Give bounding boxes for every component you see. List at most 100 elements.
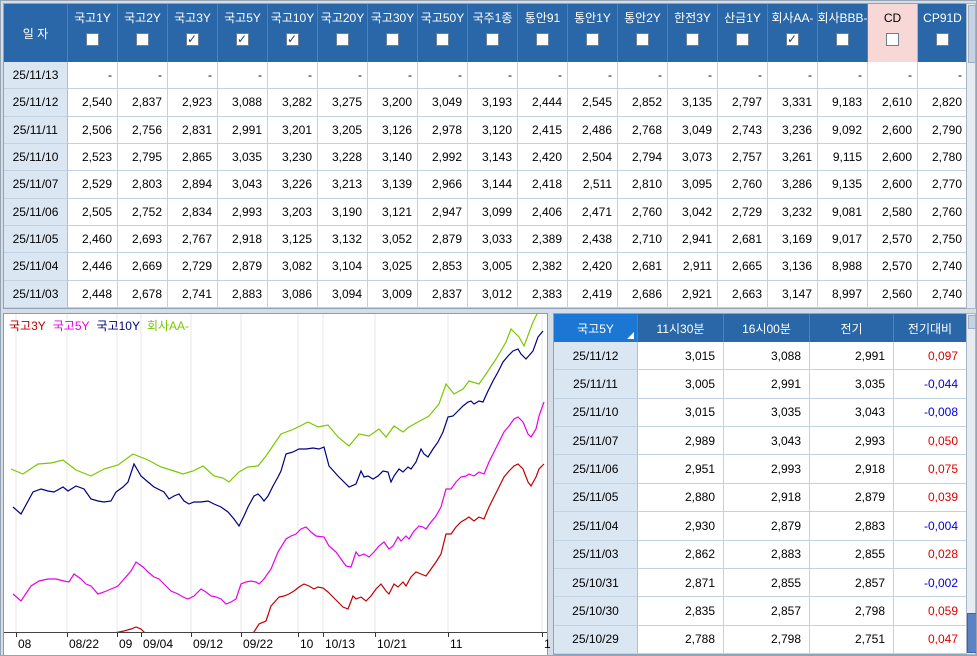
table-row[interactable]: 25/11/10 2,523 2,795 2,865 3,035 3,230 3,228 3,… [4, 143, 968, 172]
column-checkbox[interactable] [286, 33, 299, 46]
row-date[interactable]: 25/11/04 [4, 253, 68, 281]
scrollbar-thumb[interactable] [967, 613, 976, 653]
column-checkbox[interactable] [836, 33, 849, 46]
detail-table: 국고5Y 11시30분 16시00분 전기 전기대비 25/11/12 3,015 3,08… [553, 313, 967, 655]
column-checkbox[interactable] [586, 33, 599, 46]
yield-cell: 2,865 [168, 143, 218, 172]
yield-cell: 3,261 [768, 143, 818, 172]
table-row[interactable]: 25/11/04 2,446 2,669 2,729 2,879 3,082 3,104 3,… [4, 253, 968, 281]
yield-cell: 3,228 [318, 143, 368, 172]
table-row[interactable]: 25/11/12 2,540 2,837 2,923 3,088 3,282 3,275 3,… [4, 89, 968, 117]
detail-row-date[interactable]: 25/10/31 [554, 568, 638, 598]
detail-row[interactable]: 25/11/04 2,930 2,879 2,883 -0,004 [554, 512, 967, 541]
column-header[interactable]: CP91D [918, 4, 968, 62]
detail-column-header[interactable]: 16시00분 [724, 314, 810, 342]
detail-row-date[interactable]: 25/11/05 [554, 483, 638, 513]
yield-cell: 3,043 [218, 171, 268, 199]
yield-cell: 2,681 [718, 225, 768, 254]
detail-row-date[interactable]: 25/11/04 [554, 512, 638, 541]
column-header[interactable]: 회사BBB- [817, 4, 868, 62]
detail-row-date[interactable]: 25/11/07 [554, 427, 638, 456]
detail-row-date[interactable]: 25/11/03 [554, 540, 638, 569]
column-header[interactable]: 국고30Y [368, 4, 418, 62]
column-checkbox[interactable] [336, 33, 349, 46]
row-date[interactable]: 25/11/06 [4, 198, 68, 226]
column-checkbox[interactable] [236, 33, 249, 46]
column-checkbox[interactable] [536, 33, 549, 46]
table-row[interactable]: 25/11/13- - - - - - - - - - - - - - - - - - [4, 62, 968, 90]
yield-cell: 3,331 [768, 89, 818, 117]
column-checkbox[interactable] [136, 33, 149, 46]
scrollbar-thumb[interactable] [968, 5, 976, 63]
yield-cell: 2,790 [918, 116, 968, 144]
row-date[interactable]: 25/11/05 [4, 225, 68, 254]
detail-column-header[interactable]: 전기대비 [894, 314, 967, 342]
column-checkbox[interactable] [786, 33, 799, 46]
column-checkbox[interactable] [486, 33, 499, 46]
column-header[interactable]: 국고5Y [218, 4, 268, 62]
detail-row[interactable]: 25/11/12 3,015 3,088 2,991 0,097 [554, 342, 967, 371]
detail-row[interactable]: 25/11/10 3,015 3,035 3,043 -0,008 [554, 398, 967, 428]
row-date[interactable]: 25/11/10 [4, 143, 68, 172]
detail-row-date[interactable]: 25/11/10 [554, 398, 638, 428]
column-header[interactable]: 통안2Y [618, 4, 668, 62]
table-row[interactable]: 25/11/11 2,506 2,756 2,831 2,991 3,201 3,205 3,… [4, 116, 968, 144]
row-date[interactable]: 25/11/11 [4, 116, 68, 144]
detail-table-scrollbar[interactable] [966, 313, 976, 655]
column-header[interactable]: 국고20Y [318, 4, 368, 62]
detail-row[interactable]: 25/11/11 3,005 2,991 3,035 -0,044 [554, 370, 967, 399]
row-date[interactable]: 25/11/13 [4, 62, 68, 90]
yield-cell: 3,205 [318, 116, 368, 144]
column-checkbox[interactable] [936, 33, 949, 46]
column-header[interactable]: 국고50Y [418, 4, 468, 62]
table-row[interactable]: 25/11/05 2,460 2,693 2,767 2,918 3,125 3,132 3,… [4, 225, 968, 254]
row-date[interactable]: 25/11/07 [4, 171, 68, 199]
column-header[interactable]: 국고1Y [68, 4, 118, 62]
column-header[interactable]: 국고2Y [118, 4, 168, 62]
detail-row-date[interactable]: 25/10/29 [554, 625, 638, 654]
detail-row-date[interactable]: 25/11/12 [554, 342, 638, 371]
table-row[interactable]: 25/11/03 2,448 2,678 2,741 2,883 3,086 3,094 3,… [4, 280, 968, 308]
column-header[interactable]: CD [868, 4, 918, 62]
table-row[interactable]: 25/11/06 2,505 2,752 2,834 2,993 3,203 3,190 3,… [4, 198, 968, 226]
yield-cell: 3,033 [468, 225, 518, 254]
column-checkbox[interactable] [386, 33, 399, 46]
column-header[interactable]: 통안91 [518, 4, 568, 62]
column-header[interactable]: 국주1종 [468, 4, 518, 62]
detail-row[interactable]: 25/11/05 2,880 2,918 2,879 0,039 [554, 483, 967, 513]
detail-column-header[interactable]: 전기 [810, 314, 894, 342]
column-checkbox[interactable] [686, 33, 699, 46]
column-header[interactable]: 통안1Y [568, 4, 618, 62]
column-header[interactable]: 회사AA- [768, 4, 818, 62]
detail-row[interactable]: 25/11/06 2,951 2,993 2,918 0,075 [554, 455, 967, 484]
top-table-scrollbar[interactable] [966, 3, 976, 309]
detail-row-date[interactable]: 25/11/06 [554, 455, 638, 484]
scrollbar-top-box[interactable] [968, 315, 976, 329]
column-header[interactable]: 국고3Y [168, 4, 218, 62]
detail-row[interactable]: 25/10/30 2,835 2,857 2,798 0,059 [554, 597, 967, 626]
detail-title-header[interactable]: 국고5Y [554, 314, 638, 342]
yield-cell: 3,169 [768, 225, 818, 254]
column-checkbox[interactable] [636, 33, 649, 46]
yield-cell: - [168, 62, 218, 90]
row-date[interactable]: 25/11/12 [4, 89, 68, 117]
column-header[interactable]: 국고10Y [268, 4, 318, 62]
column-checkbox[interactable] [436, 33, 449, 46]
detail-row[interactable]: 25/10/31 2,871 2,855 2,857 -0,002 [554, 568, 967, 598]
yield-cell: 2,992 [418, 143, 468, 172]
detail-row[interactable]: 25/11/07 2,989 3,043 2,993 0,050 [554, 427, 967, 456]
row-date[interactable]: 25/11/03 [4, 280, 68, 308]
column-header[interactable]: 산금1Y [718, 4, 768, 62]
detail-row[interactable]: 25/11/03 2,862 2,883 2,855 0,028 [554, 540, 967, 569]
date-column-header[interactable]: 일 자 [4, 4, 68, 62]
column-header[interactable]: 한전3Y [668, 4, 718, 62]
detail-column-header[interactable]: 11시30분 [638, 314, 724, 342]
table-row[interactable]: 25/11/07 2,529 2,803 2,894 3,043 3,226 3,213 3,… [4, 171, 968, 199]
column-checkbox[interactable] [736, 33, 749, 46]
column-checkbox[interactable] [886, 33, 899, 46]
column-checkbox[interactable] [186, 33, 199, 46]
detail-row[interactable]: 25/10/29 2,788 2,798 2,751 0,047 [554, 625, 967, 654]
detail-row-date[interactable]: 25/10/30 [554, 597, 638, 626]
detail-row-date[interactable]: 25/11/11 [554, 370, 638, 399]
column-checkbox[interactable] [86, 33, 99, 46]
